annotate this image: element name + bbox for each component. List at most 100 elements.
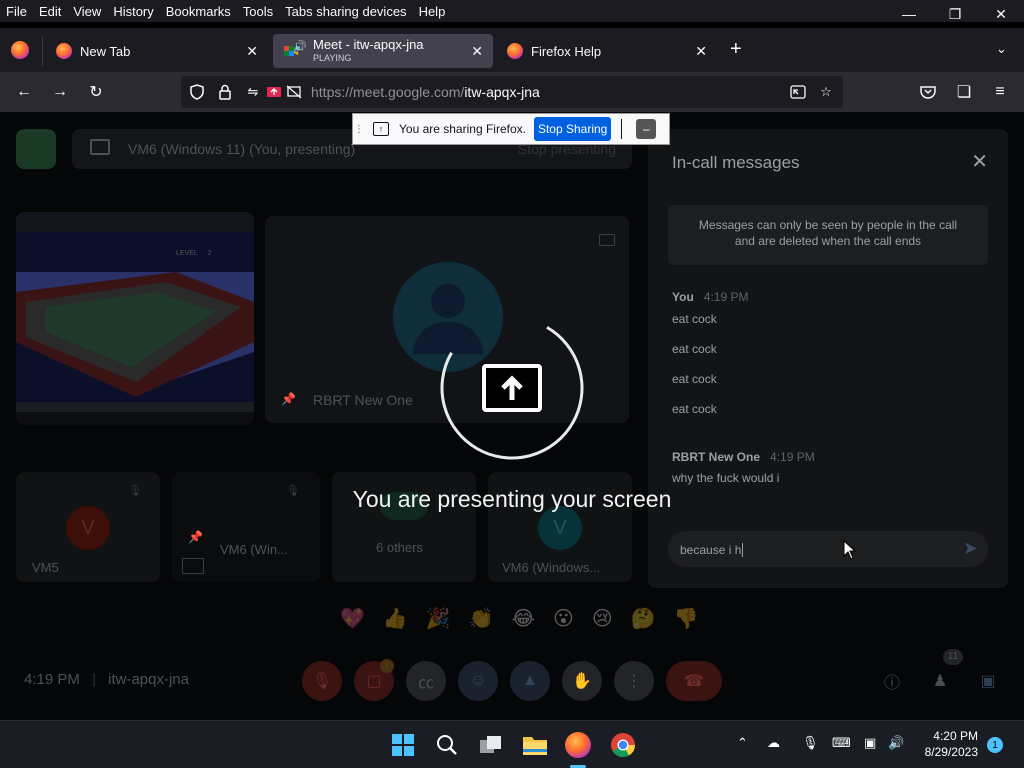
meeting-details-icon[interactable]: ⓘ [872,661,912,701]
close-tab-icon[interactable]: ✕ [471,43,483,60]
reaction-heart[interactable]: 💖 [340,606,365,631]
participant-name: VM6 (Windows... [502,560,601,575]
firefox-taskbar-icon[interactable] [565,732,591,758]
people-icon[interactable]: ♟ [920,661,960,701]
menu-bookmarks[interactable]: Bookmarks [160,4,237,19]
list-tabs-icon[interactable]: ⌄ [996,41,1007,57]
reaction-surprised[interactable]: 😮 [553,606,574,631]
close-icon[interactable]: ✕ [971,149,988,174]
tab-new-tab[interactable]: New Tab ✕ [46,34,268,68]
search-icon[interactable] [433,731,461,759]
reaction-sad[interactable]: 😢 [592,606,613,631]
chrome-icon[interactable] [609,731,637,759]
pin-icon[interactable]: 📌 [281,392,296,406]
participant-tile-others[interactable]: 6 others [332,472,476,582]
participant-name: VM6 (Win... [220,542,288,557]
participant-tile-vm6-screen[interactable]: 📌 VM6 (Win... 🎙 [172,472,320,582]
menu-file[interactable]: File [0,4,33,19]
clock-date: 8/29/2023 [924,745,978,759]
emoji-button[interactable]: ☺ [458,661,498,701]
minimize-sharing-button[interactable]: – [636,119,657,139]
present-button[interactable]: ▲ [510,661,550,701]
stop-sharing-button[interactable]: Stop Sharing [533,117,612,141]
bookmark-star-icon[interactable]: ☆ [816,82,836,102]
reaction-thumbs-up[interactable]: 👍 [383,606,408,631]
new-tab-icon[interactable]: + [730,38,742,61]
playing-audio-icon[interactable]: 🔊 [293,40,307,53]
menu-help[interactable]: Help [413,4,452,19]
drag-handle-icon[interactable]: ⋮ [353,114,365,144]
reload-icon[interactable]: ↻ [83,80,109,104]
reaction-clap[interactable]: 👏 [469,606,494,631]
menu-view[interactable]: View [67,4,107,19]
keyboard-icon[interactable]: ⌨ [832,735,851,751]
menu-edit[interactable]: Edit [33,4,67,19]
pocket-icon[interactable] [915,80,941,104]
mic-off-icon: 🎙 [286,485,300,497]
minimize-icon[interactable]: — [886,0,932,28]
close-tab-icon[interactable]: ✕ [695,43,707,60]
system-clock[interactable]: 4:20 PM 8/29/2023 [925,728,978,760]
notification-badge[interactable]: 1 [987,737,1003,753]
participant-tile-rbrt[interactable]: 📌 RBRT New One [265,216,629,423]
restore-icon[interactable]: ❐ [932,0,978,28]
show-hidden-icons-icon[interactable]: ⌃ [737,735,748,751]
send-icon[interactable]: ➤ [963,538,978,559]
url-text[interactable]: https://meet.google.com/itw-apqx-jna [311,84,540,100]
reaction-thumbs-down[interactable]: 👎 [674,606,699,631]
leave-call-button[interactable]: ☎ [666,661,722,701]
file-explorer-icon[interactable] [521,731,549,759]
sharing-indicator[interactable]: ⋮ ↑ You are sharing Firefox. Stop Sharin… [352,113,670,145]
close-window-icon[interactable]: ✕ [978,0,1024,28]
picture-in-picture-icon[interactable] [788,82,808,102]
menu-history[interactable]: History [107,4,159,19]
menu-tools[interactable]: Tools [237,4,279,19]
reaction-laugh[interactable]: 😂 [512,606,535,631]
avatar: V [66,506,110,550]
extensions-icon[interactable]: ❏ [951,80,977,104]
tab-playing-label: PLAYING [313,52,352,63]
close-tab-icon[interactable]: ✕ [246,43,258,60]
people-count-badge: 11 [943,649,963,665]
app-menu-icon[interactable]: ≡ [987,80,1013,104]
permissions-icon[interactable]: ⇋ [243,82,263,102]
start-icon[interactable] [389,731,417,759]
network-icon[interactable]: ▣ [864,735,876,751]
pin-icon[interactable]: 📌 [188,530,203,544]
forward-icon[interactable]: → [47,80,73,104]
presenting-label: VM6 (Windows 11) (You, presenting) [128,141,356,157]
volume-icon[interactable]: 🔊 [888,735,904,751]
chat-input[interactable]: because i h [668,531,988,567]
participant-tile-vm5[interactable]: V VM5 🎙 [16,472,160,582]
reaction-thinking[interactable]: 🤔 [631,606,656,631]
mic-toggle-button[interactable]: 🎙 [302,661,342,701]
present-icon [182,558,204,574]
firefox-icon [56,43,72,59]
message: why the fuck would i [672,471,780,485]
url-bar[interactable]: ⇋ https://meet.google.com/itw-apqx-jna ☆ [181,76,843,108]
back-icon[interactable]: ← [11,80,37,104]
raise-hand-button[interactable]: ✋ [562,661,602,701]
microphone-icon[interactable]: 🎙 [802,735,819,751]
participant-name: RBRT New One [313,392,413,408]
menu-tabs-sharing[interactable]: Tabs sharing devices [279,4,412,19]
chat-icon[interactable]: ▣ [968,661,1008,701]
participant-tile-vm6[interactable]: V VM6 (Windows... [488,472,632,582]
game-level-label: LEVEL 2 [176,250,212,257]
shared-screen-tile[interactable]: LEVEL 2 [16,212,254,425]
task-view-icon[interactable] [477,731,505,759]
tab-meet[interactable]: 🔊 Meet - itw-apqx-jna PLAYING ✕ [273,34,493,68]
tab-bar: New Tab ✕ 🔊 Meet - itw-apqx-jna PLAYING … [0,28,1024,72]
onedrive-icon[interactable]: ☁ [767,735,780,751]
screen-share-indicator-icon[interactable] [264,82,284,102]
more-options-button[interactable]: ⋮ [614,661,654,701]
reaction-party[interactable]: 🎉 [426,606,451,631]
tab-firefox-help[interactable]: Firefox Help ✕ [497,34,717,68]
tracking-protection-icon[interactable] [187,82,207,102]
mic-off-icon: 🎙 [128,485,142,497]
lock-icon[interactable] [215,82,235,102]
firefox-view-icon[interactable] [11,41,29,59]
captions-button[interactable]: ㏄ [406,661,446,701]
camera-blocked-icon[interactable] [284,82,304,102]
avatar-head-shape [431,284,465,318]
